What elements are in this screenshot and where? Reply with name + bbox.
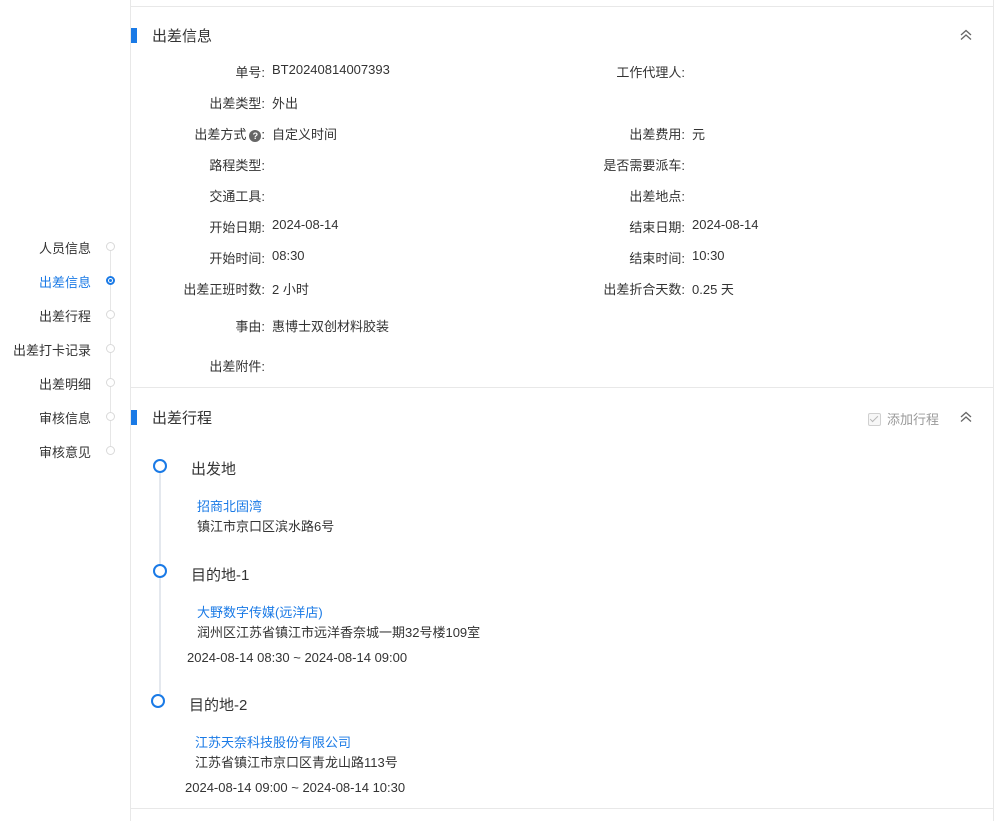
field-label-reason: 事由: [131,316,265,335]
nav-item-label: 审核信息 [39,408,91,427]
main-panel: 出差信息 单号: BT20240814007393 出差类型: 外出 出差方式?… [130,0,994,821]
question-circle-icon[interactable]: ? [249,130,261,142]
nav-dot-icon [106,310,115,319]
stop-time-range: 2024-08-14 09:00 ~ 2024-08-14 10:30 [185,780,405,795]
timeline-node-icon [153,459,167,473]
field-label-transport: 交通工具: [131,186,265,205]
stop-place-link[interactable]: 招商北固湾 [197,496,262,515]
nav-item-label: 出差明细 [39,374,91,393]
field-label-work-agent: 工作代理人: [531,62,685,81]
field-label-start-date: 开始日期: [131,217,265,236]
stop-time-range: 2024-08-14 08:30 ~ 2024-08-14 09:00 [187,650,407,665]
nav-dot-icon [106,242,115,251]
nav-item-review-opinion[interactable]: 审核意见 [0,440,125,460]
nav-dot-active-icon [106,276,115,285]
chevron-double-up-icon[interactable] [959,410,973,424]
nav-item-label: 出差行程 [39,306,91,325]
field-value-start-date: 2024-08-14 [272,217,339,232]
stop-place-link[interactable]: 大野数字传媒(远洋店) [197,602,323,621]
nav-item-review-info[interactable]: 审核信息 [0,406,125,426]
field-label-regular-hours: 出差正班时数: [131,279,265,298]
chevron-double-up-icon[interactable] [959,28,973,42]
nav-item-trip-itinerary[interactable]: 出差行程 [0,304,125,324]
stop-address: 润州区江苏省镇江市远洋香奈城一期32号楼109室 [197,622,480,641]
section-header-itinerary: 出差行程 添加行程 [131,406,993,430]
field-label-start-time: 开始时间: [131,248,265,267]
nav-item-trip-info[interactable]: 出差信息 [0,270,125,290]
stop-title: 目的地-2 [189,694,247,715]
checkbox-icon[interactable] [868,413,881,426]
section-title: 出差行程 [152,407,212,428]
field-value-order-no: BT20240814007393 [272,62,390,77]
stop-title: 出发地 [191,458,236,479]
nav-item-label: 出差打卡记录 [13,340,91,359]
section-divider [131,387,993,388]
field-label-need-car: 是否需要派车: [531,155,685,174]
field-label-end-time: 结束时间: [531,248,685,267]
timeline-node-icon [153,564,167,578]
field-value-end-time: 10:30 [692,248,725,263]
field-value-regular-hours: 2 小时 [272,279,309,298]
section-accent-bar [131,28,137,43]
nav-item-label: 出差信息 [39,272,91,291]
stop-title: 目的地-1 [191,564,249,585]
nav-dot-icon [106,378,115,387]
top-divider [131,6,993,7]
nav-dot-icon [106,446,115,455]
nav-item-personnel-info[interactable]: 人员信息 [0,236,125,256]
add-itinerary-label: 添加行程 [887,412,939,427]
field-label-end-date: 结束日期: [531,217,685,236]
stop-address: 江苏省镇江市京口区青龙山路113号 [195,752,398,771]
nav-item-trip-details[interactable]: 出差明细 [0,372,125,392]
section-header-trip-info: 出差信息 [131,24,993,48]
add-itinerary-toggle[interactable]: 添加行程 [868,409,939,428]
nav-dot-icon [106,344,115,353]
field-label-trip-location: 出差地点: [531,186,685,205]
nav-item-label: 人员信息 [39,238,91,257]
timeline-node-icon [151,694,165,708]
stop-address: 镇江市京口区滨水路6号 [197,516,334,535]
stop-place-link[interactable]: 江苏天奈科技股份有限公司 [195,732,351,751]
nav-dot-icon [106,412,115,421]
nav-item-label: 审核意见 [39,442,91,461]
field-value-reason: 惠博士双创材料胶装 [272,316,389,335]
field-label-order-no: 单号: [131,62,265,81]
field-value-trip-type: 外出 [272,93,298,112]
field-value-equivalent-days: 0.25 天 [692,279,734,298]
field-label-colon: : [261,127,265,142]
field-value-end-date: 2024-08-14 [692,217,759,232]
field-label-trip-type: 出差类型: [131,93,265,112]
field-value-start-time: 08:30 [272,248,305,263]
nav-item-checkin-records[interactable]: 出差打卡记录 [0,338,125,358]
field-label-attachments: 出差附件: [131,356,265,375]
section-title: 出差信息 [152,25,212,46]
field-label-equivalent-days: 出差折合天数: [531,279,685,298]
field-label-trip-mode: 出差方式?: [131,124,265,143]
field-label-trip-cost: 出差费用: [531,124,685,143]
field-value-trip-cost: 元 [692,124,705,143]
field-value-trip-mode: 自定义时间 [272,124,337,143]
field-label-route-type: 路程类型: [131,155,265,174]
section-accent-bar [131,410,137,425]
timeline-line [159,472,161,694]
section-divider [131,808,993,809]
field-label-text: 出差方式 [194,127,246,142]
